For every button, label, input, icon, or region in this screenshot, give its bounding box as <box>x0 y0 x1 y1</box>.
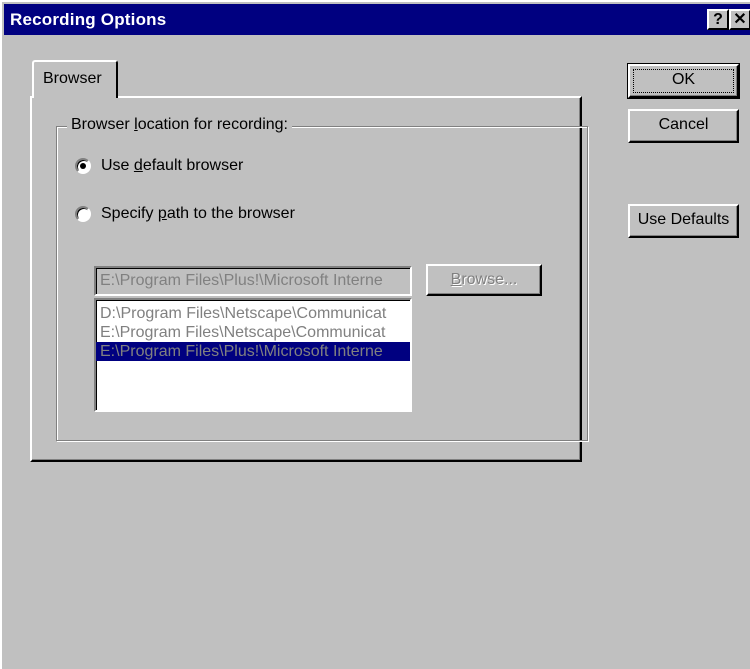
title-bar: Recording Options ? ✕ <box>4 4 750 35</box>
list-item[interactable]: D:\Program Files\Netscape\Communicat <box>96 304 410 323</box>
window-title: Recording Options <box>10 10 167 29</box>
group-label: Browser location for recording: <box>67 116 292 134</box>
tab-browser[interactable]: Browser <box>32 60 118 98</box>
help-icon: ? <box>713 11 723 28</box>
help-button[interactable]: ? <box>707 9 729 30</box>
list-item-selected[interactable]: E:\Program Files\Plus!\Microsoft Interne <box>96 342 410 361</box>
cancel-button[interactable]: Cancel <box>628 109 739 143</box>
close-button[interactable]: ✕ <box>729 9 750 30</box>
browse-button[interactable]: Browse... <box>426 264 542 296</box>
ok-button[interactable]: OK <box>627 63 740 99</box>
cancel-button-label: Cancel <box>658 116 709 133</box>
browser-path-value: E:\Program Files\Plus!\Microsoft Interne <box>100 272 383 289</box>
browser-list[interactable]: D:\Program Files\Netscape\Communicat E:\… <box>94 298 412 412</box>
radio-default-browser[interactable]: Use default browser <box>75 157 243 175</box>
browser-path-input[interactable]: E:\Program Files\Plus!\Microsoft Interne <box>94 266 412 296</box>
radio-specify-path-indicator[interactable] <box>75 206 91 222</box>
browse-button-label: Browse... <box>450 271 518 288</box>
radio-specify-path[interactable]: Specify path to the browser <box>75 205 295 223</box>
focus-rect <box>633 69 734 93</box>
use-defaults-button-label: Use Defaults <box>637 211 730 228</box>
list-item[interactable]: E:\Program Files\Netscape\Communicat <box>96 323 410 342</box>
radio-default-browser-label: Use default browser <box>101 157 244 174</box>
radio-specify-path-label: Specify path to the browser <box>101 205 295 222</box>
use-defaults-button[interactable]: Use Defaults <box>628 204 739 238</box>
recording-options-dialog: Recording Options ? ✕ Browser Browser lo… <box>0 0 750 669</box>
close-icon: ✕ <box>733 11 747 28</box>
radio-default-browser-indicator[interactable] <box>75 158 91 174</box>
tab-browser-label: Browser <box>43 70 102 87</box>
